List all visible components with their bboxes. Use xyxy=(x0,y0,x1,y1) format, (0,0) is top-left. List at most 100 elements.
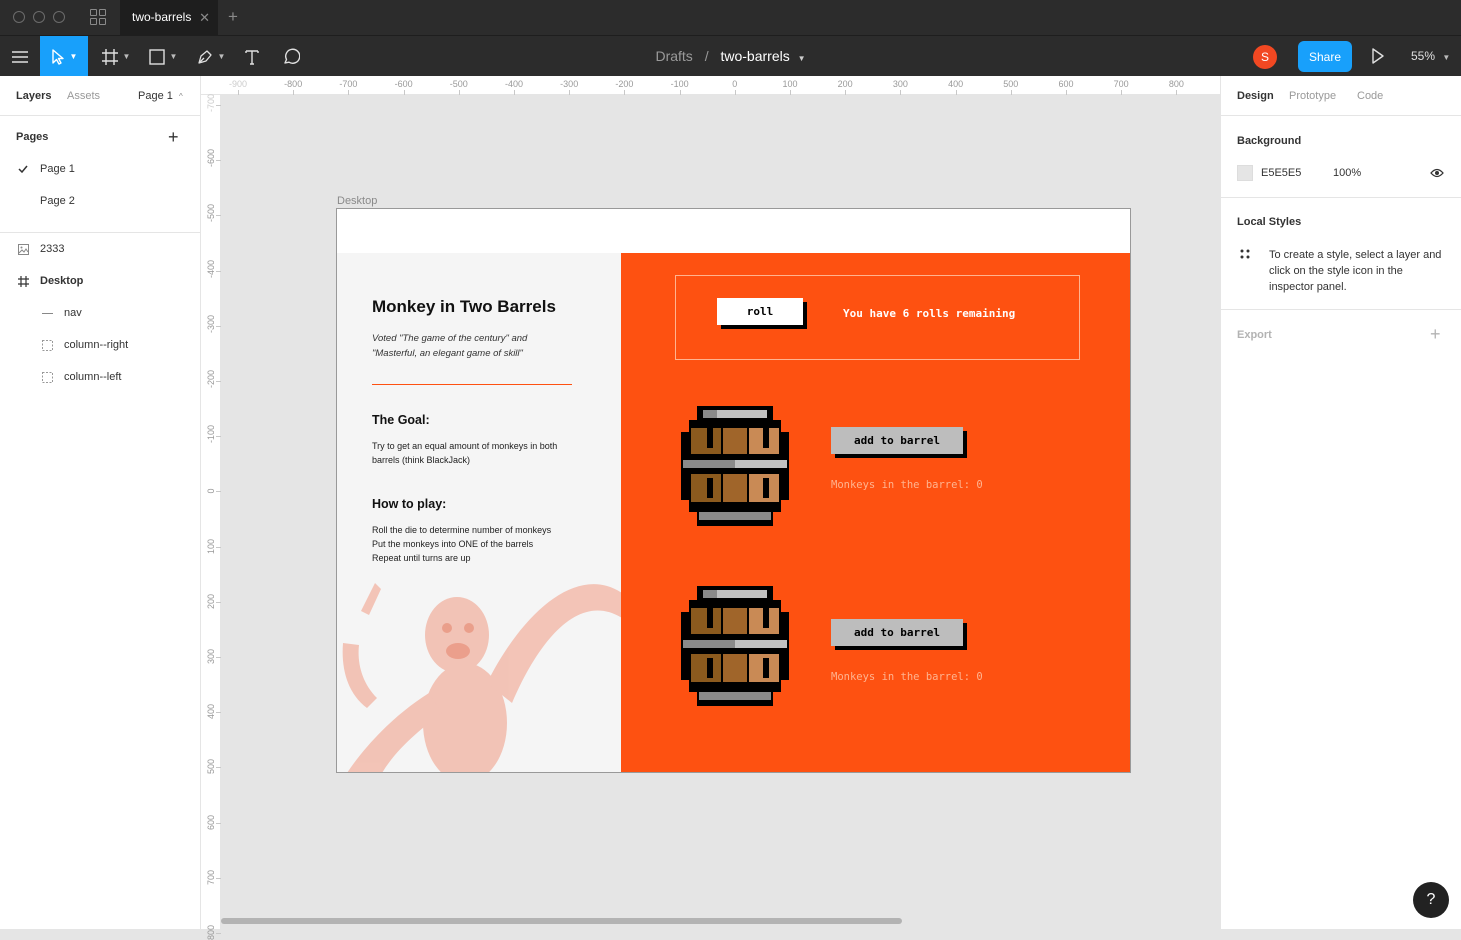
background-hex[interactable]: E5E5E5 xyxy=(1261,167,1301,179)
layer-row-nav[interactable]: nav xyxy=(0,297,200,329)
toolbar: ▼ ▼ ▼ ▼ Drafts / two-barrels ▼ S Share 5… xyxy=(0,35,1461,77)
background-swatch[interactable] xyxy=(1237,165,1253,181)
breadcrumb-drafts[interactable]: Drafts xyxy=(655,48,692,64)
layer-row-desktop[interactable]: Desktop xyxy=(0,265,200,297)
title-bar: two-barrels ✕ + xyxy=(0,0,1461,35)
tab-layers[interactable]: Layers xyxy=(16,90,51,102)
ruler-tick-label: -300 xyxy=(560,79,579,89)
ruler-tick xyxy=(348,90,350,95)
window-minimize-button[interactable] xyxy=(33,11,45,23)
ruler-tick xyxy=(734,90,736,95)
desktop-frame[interactable]: Monkey in Two Barrels Voted "The game of… xyxy=(336,208,1131,773)
tab-code[interactable]: Code xyxy=(1357,90,1383,102)
file-tab[interactable]: two-barrels ✕ xyxy=(120,0,218,35)
ruler-tick-label: 700 xyxy=(1113,79,1129,89)
howto-heading: How to play: xyxy=(372,497,447,511)
barrel-count-2: Monkeys in the barrel: 0 xyxy=(831,671,983,683)
ruler-tick-label: -200 xyxy=(206,369,216,388)
window-zoom-button[interactable] xyxy=(53,11,65,23)
main-menu-button[interactable] xyxy=(0,36,40,77)
ruler-tick-label: 0 xyxy=(732,79,738,89)
eye-icon[interactable] xyxy=(1430,168,1444,178)
chevron-down-icon: ▼ xyxy=(122,52,131,61)
ruler-tick xyxy=(955,90,957,95)
check-icon xyxy=(18,165,28,173)
grid-icon[interactable] xyxy=(90,9,106,25)
export-heading: Export xyxy=(1237,329,1272,341)
ruler-tick-label: 400 xyxy=(948,79,964,89)
chevron-down-icon[interactable]: ▼ xyxy=(798,54,806,63)
move-tool-button[interactable]: ▼ xyxy=(40,36,88,77)
avatar[interactable]: S xyxy=(1253,45,1277,69)
ruler-tick-label: -100 xyxy=(206,425,216,444)
close-icon[interactable]: ✕ xyxy=(199,0,210,35)
ruler-tick-label: -700 xyxy=(339,79,358,89)
ruler-tick xyxy=(1176,90,1178,95)
add-to-barrel-button-2[interactable]: add to barrel xyxy=(831,619,963,646)
add-export-button[interactable]: + xyxy=(1430,324,1441,345)
text-tool-button[interactable] xyxy=(238,36,266,77)
layer-row-column-right[interactable]: column--right xyxy=(0,329,200,361)
ruler-tick-label: -600 xyxy=(206,149,216,168)
style-icon xyxy=(1240,249,1250,259)
add-page-button[interactable]: + xyxy=(168,121,184,153)
local-styles-heading: Local Styles xyxy=(1237,216,1302,228)
frame-icon xyxy=(101,48,118,65)
game-quote: Voted "The game of the century" and "Mas… xyxy=(372,333,528,359)
help-button[interactable]: ? xyxy=(1413,882,1449,918)
text-icon xyxy=(245,49,259,65)
tab-prototype[interactable]: Prototype xyxy=(1289,90,1336,102)
layer-label: nav xyxy=(64,307,82,319)
roll-panel: roll You have 6 rolls remaining xyxy=(675,275,1080,360)
page-item-1[interactable]: Page 1 xyxy=(0,153,200,185)
layer-row-column-left[interactable]: column--left xyxy=(0,361,200,393)
ruler-tick-label: 200 xyxy=(206,593,216,609)
ruler-tick-label: -300 xyxy=(206,314,216,333)
play-icon[interactable] xyxy=(1371,48,1385,64)
image-icon xyxy=(18,243,29,255)
chevron-down-icon: ▼ xyxy=(169,52,178,61)
add-to-barrel-button-1[interactable]: add to barrel xyxy=(831,427,963,454)
roll-button[interactable]: roll xyxy=(717,298,803,325)
frame-label[interactable]: Desktop xyxy=(337,195,377,207)
pen-tool-button[interactable]: ▼ xyxy=(191,36,231,77)
barrel-icon xyxy=(681,406,789,526)
ruler-tick-label: 100 xyxy=(206,538,216,554)
shape-tool-button[interactable]: ▼ xyxy=(143,36,183,77)
ruler-tick-label: -600 xyxy=(394,79,413,89)
horizontal-scrollbar[interactable] xyxy=(221,918,902,924)
howto-step: Repeat until turns are up xyxy=(372,553,471,563)
ruler-tick-label: -500 xyxy=(206,204,216,223)
background-heading: Background xyxy=(1237,135,1302,147)
share-button[interactable]: Share xyxy=(1298,41,1352,72)
ruler-tick xyxy=(1010,90,1012,95)
ruler-tick xyxy=(679,90,681,95)
nav[interactable] xyxy=(337,209,1130,253)
ruler-tick xyxy=(900,90,902,95)
file-name[interactable]: two-barrels xyxy=(720,48,789,64)
ruler-tick-label: 700 xyxy=(206,869,216,885)
canvas[interactable]: Desktop Monkey in Two Barrels Voted "The… xyxy=(221,96,1220,929)
page-item-2[interactable]: Page 2 xyxy=(0,185,200,217)
rectangle-icon xyxy=(148,48,165,65)
breadcrumb-separator: / xyxy=(704,48,709,64)
layer-row-2333[interactable]: 2333 xyxy=(0,233,200,265)
tab-design[interactable]: Design xyxy=(1237,90,1274,102)
ruler-tick-label: 400 xyxy=(206,704,216,720)
column-right[interactable]: roll You have 6 rolls remaining add to b… xyxy=(621,253,1130,772)
ruler-tick xyxy=(514,90,515,95)
ruler-tick xyxy=(569,90,571,95)
menu-icon xyxy=(12,50,28,63)
frame-tool-button[interactable]: ▼ xyxy=(96,36,136,77)
column-left[interactable]: Monkey in Two Barrels Voted "The game of… xyxy=(337,253,621,772)
page-selector[interactable]: Page 1 ^ xyxy=(138,90,183,102)
divider xyxy=(1221,197,1461,198)
comment-tool-button[interactable] xyxy=(276,36,306,77)
tab-assets[interactable]: Assets xyxy=(67,90,100,102)
new-tab-button[interactable]: + xyxy=(228,7,238,27)
zoom-menu[interactable]: 55% ▼ xyxy=(1411,36,1450,77)
ruler-tick-label: -400 xyxy=(206,259,216,278)
ruler-vertical: -700 -600 -500 -400 -300 -200 -100 0 100 200 300 40… xyxy=(201,94,221,940)
window-close-button[interactable] xyxy=(13,11,25,23)
background-opacity[interactable]: 100% xyxy=(1333,167,1361,179)
